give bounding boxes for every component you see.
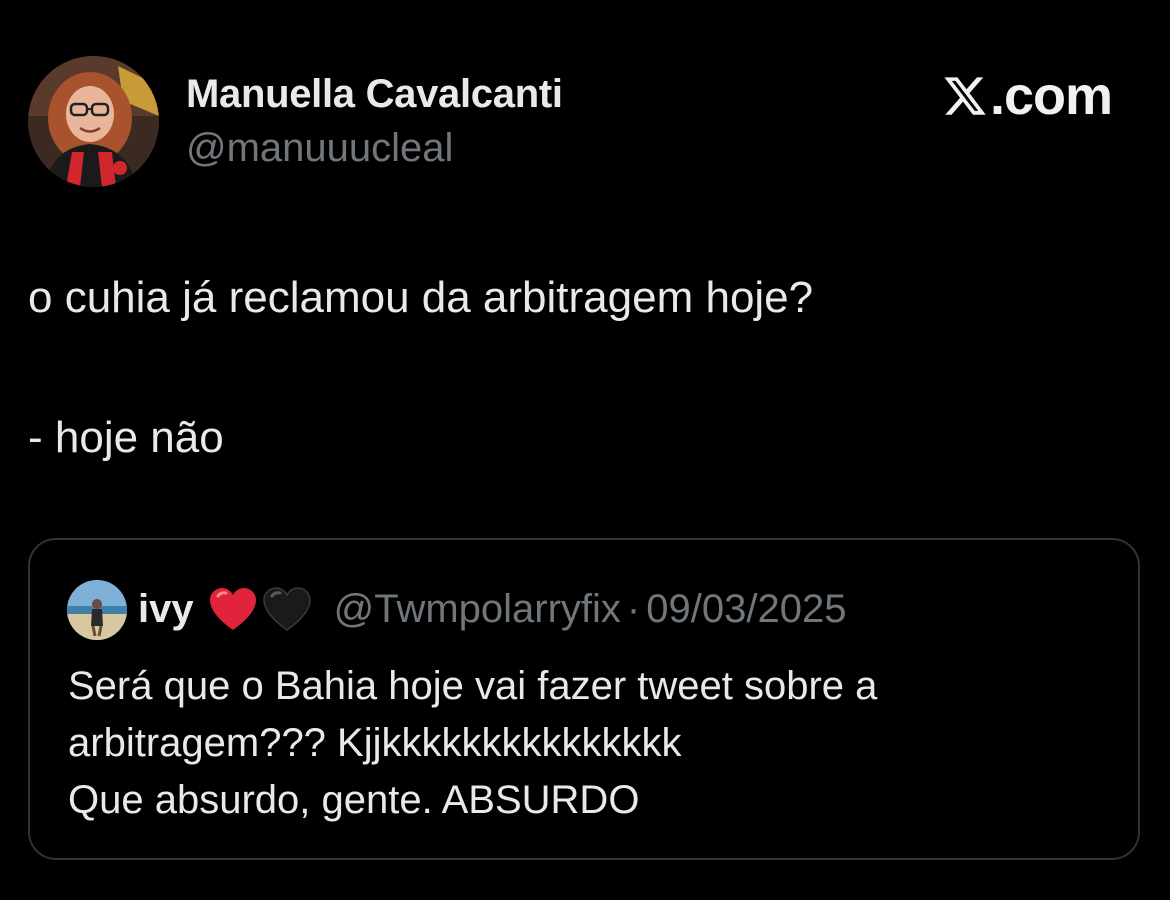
brand-domain-text: .com — [989, 66, 1113, 126]
quoted-tweet-header: ivy @Twmpolarryfix · 09/03/2025 — [138, 584, 846, 634]
quoted-tweet-date[interactable]: 09/03/2025 — [646, 584, 846, 634]
author-handle[interactable]: @manuuucleal — [186, 126, 453, 171]
author-avatar[interactable] — [28, 56, 159, 187]
tweet-screenshot: Manuella Cavalcanti @manuuucleal .com o … — [0, 0, 1170, 900]
quoted-author-name[interactable]: ivy — [138, 584, 194, 634]
black-heart-icon — [262, 587, 311, 631]
quoted-text-line: Que absurdo, gente. ABSURDO — [68, 778, 640, 822]
red-heart-icon — [209, 588, 256, 630]
tweet-text-line-2: - hoje não — [28, 413, 224, 462]
quoted-profile-photo-icon — [67, 580, 127, 640]
quoted-text-line: arbitragem??? Kjjkkkkkkkkkkkkkkk — [68, 721, 682, 765]
quoted-author-handle[interactable]: @Twmpolarryfix — [334, 584, 621, 634]
author-display-name[interactable]: Manuella Cavalcanti — [186, 72, 563, 117]
quoted-tweet-text: Será que o Bahia hoje vai fazer tweet so… — [68, 658, 877, 829]
quoted-text-line: Será que o Bahia hoje vai fazer tweet so… — [68, 664, 878, 708]
profile-photo-icon — [28, 56, 159, 187]
quoted-author-avatar[interactable] — [67, 580, 127, 640]
tweet-text-line-1: o cuhia já reclamou da arbitragem hoje? — [28, 273, 814, 322]
x-com-brand: .com — [942, 66, 1113, 126]
header-separator: · — [626, 587, 641, 631]
quoted-tweet-card[interactable]: ivy @Twmpolarryfix · 09/03/2025 Será que… — [28, 538, 1140, 860]
x-logo-icon — [944, 77, 986, 115]
